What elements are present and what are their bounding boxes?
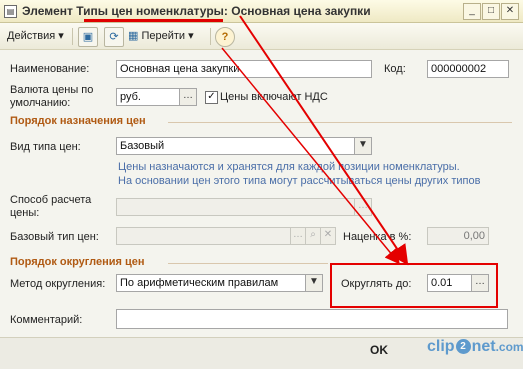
name-label: Наименование:	[10, 63, 90, 75]
watermark-part2: net	[471, 338, 496, 355]
watermark-part1: clip	[427, 338, 455, 355]
goto-menu-button[interactable]: ▦ Перейти ▾	[128, 27, 194, 45]
calc-method-select-button[interactable]: …	[354, 198, 372, 216]
comment-label: Комментарий:	[10, 314, 83, 326]
refresh-icon: ⟳	[109, 31, 119, 43]
calc-method-label-line2: цены:	[10, 207, 40, 219]
calc-method-label-line1: Способ расчета	[10, 194, 92, 206]
rounding-method-select[interactable]: По арифметическим правилам	[116, 274, 306, 292]
help-icon: ?	[221, 31, 229, 43]
title-separator: :	[223, 4, 228, 18]
ellipsis-icon: …	[183, 90, 193, 101]
price-type-kind-dropdown-button[interactable]: ▼	[354, 137, 372, 155]
section-divider	[168, 122, 512, 123]
chevron-down-icon: ▼	[358, 139, 368, 150]
currency-label-line2: умолчанию:	[10, 97, 71, 109]
section-title-assignment: Порядок назначения цен	[10, 115, 146, 127]
checkmark-icon: ✓	[207, 91, 216, 102]
currency-select-button[interactable]: …	[179, 88, 197, 106]
base-type-select-button[interactable]: …	[290, 227, 306, 245]
currency-label-line1: Валюта цены по	[10, 84, 94, 96]
toolbar-separator	[72, 28, 73, 45]
clear-icon: ✕	[323, 229, 333, 240]
chevron-down-icon: ▾	[58, 30, 64, 42]
close-button[interactable]: ✕	[501, 3, 519, 20]
watermark-badge: 2	[455, 339, 471, 355]
save-icon: ▣	[82, 31, 94, 43]
info-text-line1: Цены назначаются и хранятся для каждой п…	[118, 161, 460, 173]
title-bar: ▤ Элемент Типы цен номенклатуры: Основна…	[0, 0, 523, 23]
catalog-item-window: ▤ Элемент Типы цен номенклатуры: Основна…	[0, 0, 523, 369]
help-button[interactable]: ?	[215, 27, 235, 47]
rounding-method-label: Метод округления:	[10, 278, 106, 290]
section-divider	[168, 263, 328, 264]
base-type-open-button[interactable]: ⌕	[305, 227, 321, 245]
name-input[interactable]: Основная цена закупки	[116, 60, 372, 78]
annotation-highlight-box	[330, 263, 498, 308]
goto-menu-label: Перейти	[141, 30, 186, 42]
toolbar-separator	[210, 28, 211, 45]
price-type-kind-label: Вид типа цен:	[10, 141, 81, 153]
maximize-button[interactable]: □	[482, 3, 500, 20]
toolbar: Действия ▾ ▣ ⟳ ▦ Перейти ▾ ?	[0, 23, 523, 50]
actions-menu-label: Действия	[7, 30, 56, 42]
annotation-underline	[84, 19, 223, 22]
price-type-kind-select[interactable]: Базовый	[116, 137, 355, 155]
window-icon: ▤	[4, 5, 17, 18]
watermark-part3: .com	[495, 340, 523, 354]
ellipsis-icon: …	[293, 229, 303, 240]
markup-label: Наценка в %:	[343, 231, 412, 243]
vat-checkbox[interactable]: ✓	[205, 91, 218, 104]
minimize-button[interactable]: _	[463, 3, 481, 20]
save-write-button[interactable]: ▣	[78, 27, 98, 47]
actions-menu-button[interactable]: Действия ▾	[7, 27, 64, 45]
currency-input[interactable]: руб.	[116, 88, 180, 106]
rounding-method-dropdown-button[interactable]: ▼	[305, 274, 323, 292]
title-item-name: Основная цена закупки	[231, 4, 371, 18]
clip2net-watermark: clip 2 net.com	[427, 338, 523, 356]
chevron-down-icon: ▼	[309, 276, 319, 287]
magnifier-icon: ⌕	[310, 229, 316, 240]
section-title-rounding: Порядок округления цен	[10, 256, 145, 268]
window-title: Элемент Типы цен номенклатуры: Основная …	[22, 4, 371, 18]
code-input[interactable]: 000000002	[427, 60, 509, 78]
vat-checkbox-label: Цены включают НДС	[220, 91, 328, 103]
ok-button[interactable]: OK	[370, 343, 388, 357]
base-type-clear-button[interactable]: ✕	[320, 227, 336, 245]
info-text-line2: На основании цен этого типа могут рассчи…	[118, 175, 481, 187]
document-list-icon: ▦	[128, 30, 139, 42]
title-catalog: Типы цен номенклатуры	[76, 4, 224, 18]
base-type-label: Базовый тип цен:	[10, 231, 99, 243]
chevron-down-icon: ▾	[188, 30, 194, 42]
refresh-button[interactable]: ⟳	[104, 27, 124, 47]
title-prefix: Элемент	[22, 4, 73, 18]
calc-method-input[interactable]	[116, 198, 355, 216]
ellipsis-icon: …	[358, 200, 368, 211]
code-label: Код:	[384, 63, 406, 75]
base-type-input[interactable]	[116, 227, 291, 245]
comment-input[interactable]	[116, 309, 508, 329]
markup-input[interactable]: 0,00	[427, 227, 489, 245]
